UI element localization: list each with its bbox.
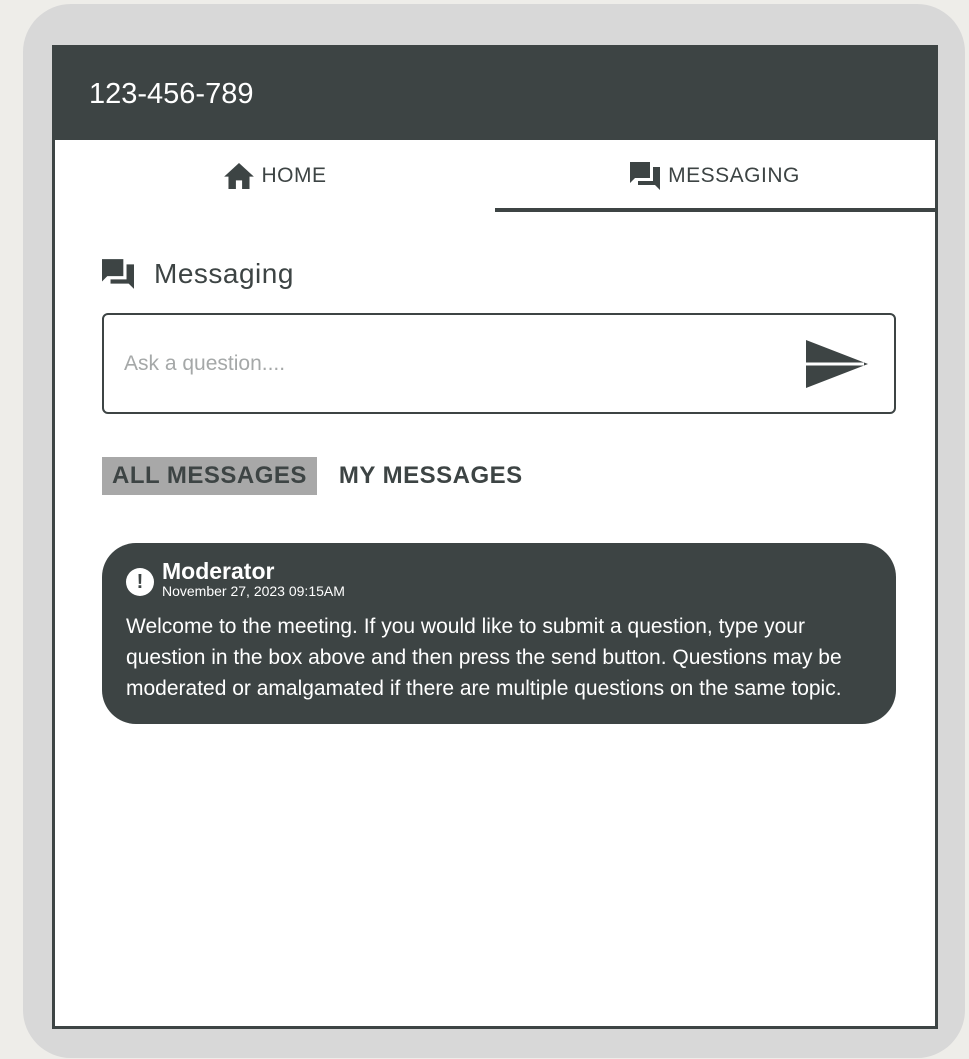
send-icon [806,339,868,388]
tab-messaging[interactable]: MESSAGING [495,140,935,212]
section-title: Messaging [154,258,294,289]
message-filters: ALL MESSAGES MY MESSAGES [102,457,935,495]
tab-home-label: HOME [261,164,327,187]
filter-all-messages[interactable]: ALL MESSAGES [102,457,317,495]
question-input[interactable] [122,350,804,377]
device-frame: 123-456-789 HOME MESSAGING Messaging Ask… [23,4,965,1058]
message-author: Moderator [162,558,275,584]
chat-icon [630,162,661,190]
message-header: ! Moderator November 27, 2023 09:15AM [126,559,872,599]
alert-icon: ! [126,568,154,596]
message-card: ! Moderator November 27, 2023 09:15AM We… [102,543,896,724]
message-body: Welcome to the meeting. If you would lik… [126,615,842,700]
phone-number: 123-456-789 [89,77,254,110]
message-date: November 27, 2023 09:15AM [162,583,345,599]
chat-icon [102,259,134,289]
app-screen: 123-456-789 HOME MESSAGING Messaging Ask… [52,45,938,1029]
home-icon [223,163,254,189]
filter-my-messages[interactable]: MY MESSAGES [329,457,533,495]
tab-messaging-label: MESSAGING [668,164,800,187]
question-input-box [102,313,896,414]
tab-home[interactable]: HOME [55,140,495,212]
tab-bar: HOME MESSAGING [55,140,935,212]
send-button[interactable] [804,338,870,390]
section-header: Messaging [102,258,935,290]
app-header: 123-456-789 [55,48,935,140]
